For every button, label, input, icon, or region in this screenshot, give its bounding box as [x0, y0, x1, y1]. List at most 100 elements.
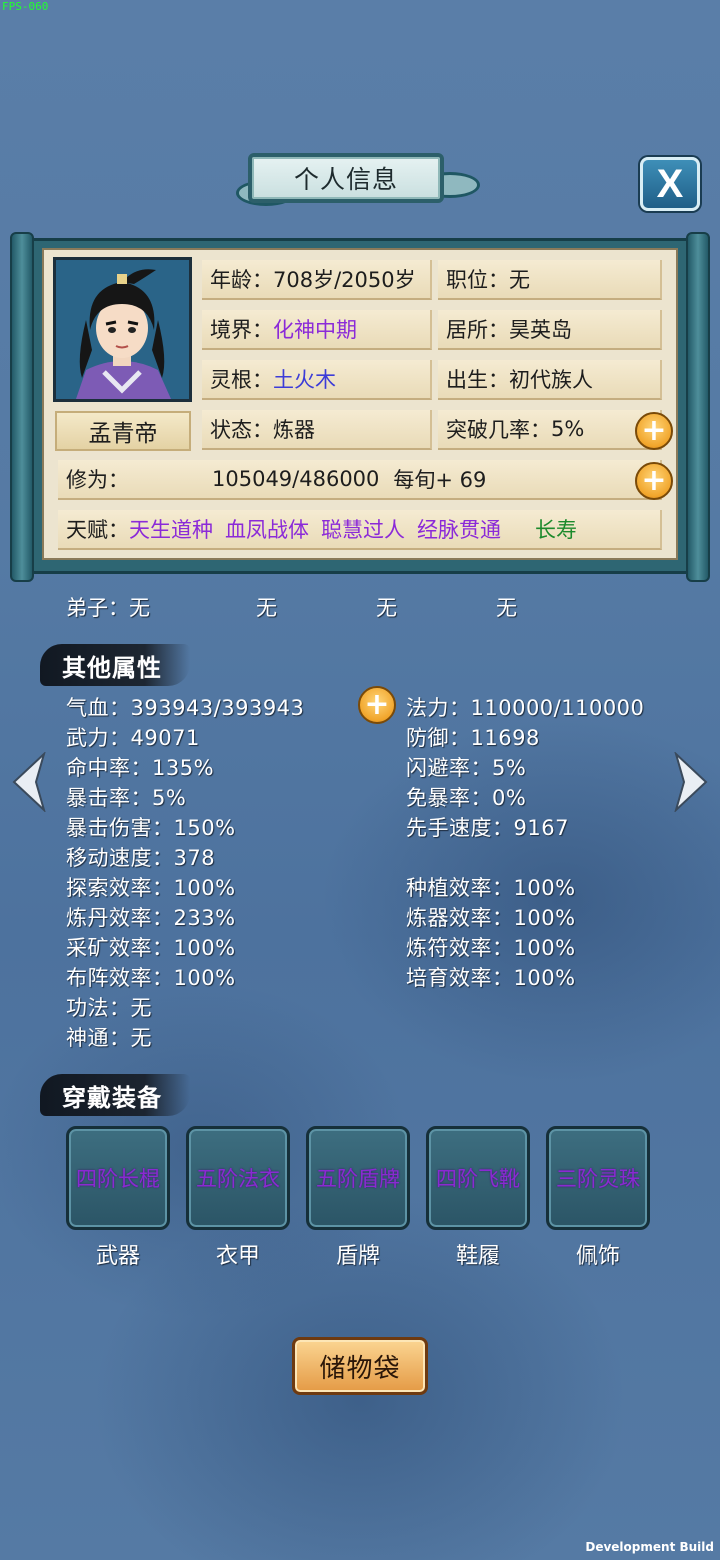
- equipment-item-name: 五阶盾牌: [316, 1167, 400, 1191]
- attr-divine-skill: 神通：无: [66, 1026, 152, 1050]
- birth-value: 初代族人: [509, 368, 593, 392]
- residence-label: 居所：: [446, 318, 509, 342]
- disciple-slot: 弟子：无: [66, 592, 150, 622]
- position-label: 职位：: [446, 268, 509, 292]
- disciples-label: 弟子：: [66, 596, 129, 620]
- plus-icon: +: [364, 687, 390, 722]
- attr-hit-rate: 命中率：135%: [66, 756, 215, 780]
- equipment-slot-label: 盾牌: [335, 1244, 380, 1269]
- spirit-root-field: 灵根： 土火木: [202, 360, 432, 400]
- disciple-value[interactable]: 无: [376, 592, 397, 622]
- page-title: 个人信息: [248, 153, 444, 203]
- chevron-right-icon: [674, 750, 708, 814]
- equipment-slot-shield[interactable]: 五阶盾牌: [306, 1126, 410, 1230]
- cultivation-rate: 每旬+ 69: [393, 468, 487, 492]
- character-name: 孟青帝: [55, 411, 191, 451]
- equipment-slot-label: 鞋履: [455, 1244, 500, 1269]
- hp-plus-button[interactable]: +: [358, 686, 396, 724]
- equipment-slot-weapon[interactable]: 四阶长棍: [66, 1126, 170, 1230]
- equipment-slot-accessory[interactable]: 三阶灵珠: [546, 1126, 650, 1230]
- equipment-header: 穿戴装备: [40, 1074, 190, 1116]
- attr-mana-wrap: 法力：110000/110000: [406, 692, 668, 722]
- position-field: 职位：无: [438, 260, 662, 300]
- breakthrough-value: 5%: [551, 417, 585, 441]
- avatar: [56, 260, 189, 399]
- close-icon: X: [656, 161, 684, 206]
- cultivation-label: 修为：: [66, 468, 129, 492]
- position-value: 无: [509, 268, 530, 292]
- attr-planting-efficiency: 种植效率：100%: [406, 876, 576, 900]
- attr-crit-resist: 免暴率：0%: [406, 786, 527, 810]
- equipment-slot-label: 衣甲: [215, 1244, 260, 1269]
- disciple-value[interactable]: 无: [496, 592, 517, 622]
- attr-mining-efficiency: 采矿效率：100%: [66, 936, 236, 960]
- status-value: 炼器: [273, 418, 315, 442]
- character-portrait[interactable]: [53, 257, 192, 402]
- attr-crit-rate: 暴击率：5%: [66, 786, 187, 810]
- other-attributes-header: 其他属性: [40, 644, 190, 686]
- next-character-button[interactable]: [670, 750, 710, 814]
- disciple-value[interactable]: 无: [256, 592, 277, 622]
- residence-field: 居所： 昊英岛: [438, 310, 662, 350]
- cultivation-plus-button[interactable]: +: [635, 462, 673, 500]
- attr-technique: 功法：无: [66, 996, 152, 1020]
- plus-icon: +: [641, 413, 667, 448]
- birth-field: 出生： 初代族人: [438, 360, 662, 400]
- attr-refining-efficiency: 炼器效率：100%: [406, 906, 576, 930]
- disciple-value[interactable]: 无: [129, 596, 150, 620]
- equipment-slot-label: 武器: [95, 1244, 140, 1269]
- attr-move-speed: 移动速度：378: [66, 846, 216, 870]
- attr-force: 武力：49071: [66, 726, 200, 750]
- scroll-rod-right: [686, 232, 710, 582]
- attr-dodge-rate: 闪避率：5%: [406, 756, 527, 780]
- attr-hp: 气血：393943/393943: [66, 696, 305, 720]
- attr-formation-efficiency: 布阵效率：100%: [66, 966, 236, 990]
- talent-item[interactable]: 天生道种: [129, 514, 213, 544]
- talent-field: 天赋： 天生道种 血凤战体 聪慧过人 经脉贯通 长寿: [58, 510, 662, 550]
- talent-item[interactable]: 血凤战体: [225, 514, 309, 544]
- plus-icon: +: [641, 463, 667, 498]
- talent-item[interactable]: 经脉贯通: [417, 514, 501, 544]
- development-build-label: Development Build: [585, 1540, 714, 1554]
- equipment-slot-label: 佩饰: [575, 1244, 620, 1269]
- scroll-rod-left: [10, 232, 34, 582]
- attr-initiative: 先手速度：9167: [406, 816, 569, 840]
- breakthrough-plus-button[interactable]: +: [635, 412, 673, 450]
- age-field: 年龄： 708岁/2050岁: [202, 260, 432, 300]
- breakthrough-label: 突破几率：: [446, 418, 551, 442]
- talent-item[interactable]: 长寿: [535, 514, 577, 544]
- attr-crit-damage: 暴击伤害：150%: [66, 816, 236, 840]
- equipment-item-name: 四阶长棍: [76, 1167, 160, 1191]
- attr-breeding-efficiency: 培育效率：100%: [406, 966, 576, 990]
- equipment-item-name: 三阶灵珠: [556, 1167, 640, 1191]
- breakthrough-field: 突破几率： 5%: [438, 410, 662, 450]
- age-label: 年龄：: [210, 268, 273, 292]
- attr-explore-efficiency: 探索效率：100%: [66, 876, 236, 900]
- chevron-left-icon: [12, 750, 46, 814]
- equipment-slot-armor[interactable]: 五阶法衣: [186, 1126, 290, 1230]
- equipment-item-name: 五阶法衣: [196, 1167, 280, 1191]
- fps-counter: FPS-060: [2, 0, 49, 13]
- spirit-root-label: 灵根：: [210, 368, 273, 392]
- equipment-slot-boots[interactable]: 四阶飞靴: [426, 1126, 530, 1230]
- spirit-root-value: 土火木: [273, 368, 336, 392]
- realm-value: 化神中期: [273, 318, 357, 342]
- talent-item[interactable]: 聪慧过人: [321, 514, 405, 544]
- residence-value: 昊英岛: [509, 318, 572, 342]
- attr-talisman-efficiency: 炼符效率：100%: [406, 936, 576, 960]
- status-label: 状态：: [210, 418, 273, 442]
- attr-defense: 防御：11698: [406, 726, 540, 750]
- attr-alchemy-efficiency: 炼丹效率：233%: [66, 906, 236, 930]
- birth-label: 出生：: [446, 368, 509, 392]
- previous-character-button[interactable]: [10, 750, 50, 814]
- close-button[interactable]: X: [640, 157, 700, 211]
- talent-label: 天赋：: [66, 518, 129, 542]
- storage-bag-button[interactable]: 储物袋: [292, 1337, 428, 1395]
- status-field: 状态： 炼器: [202, 410, 432, 450]
- age-value: 708岁/2050岁: [273, 268, 416, 292]
- attr-mana: 法力：110000/110000: [406, 696, 645, 720]
- cultivation-field: 修为： 105049/486000 每旬+ 69: [58, 460, 662, 500]
- cultivation-value: 105049/486000: [212, 467, 380, 491]
- realm-label: 境界：: [210, 318, 273, 342]
- realm-field: 境界： 化神中期: [202, 310, 432, 350]
